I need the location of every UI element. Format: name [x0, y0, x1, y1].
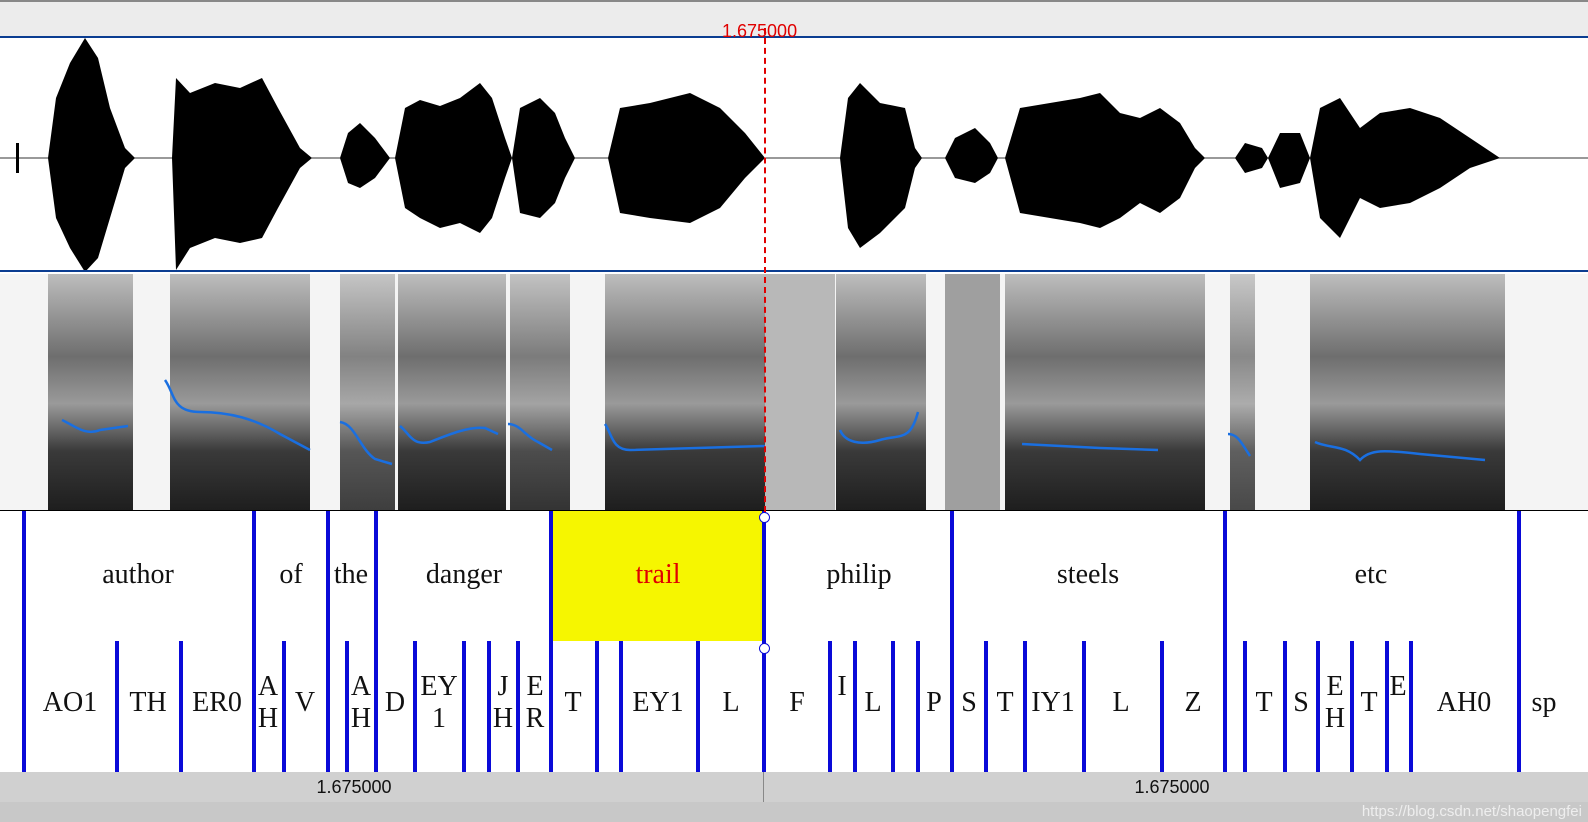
left-duration-label: 1.675000 — [316, 777, 392, 797]
phone-label[interactable]: T — [564, 687, 581, 719]
watermark-text: https://blog.csdn.net/shaopengfei — [1361, 803, 1582, 820]
phone-boundary[interactable] — [762, 641, 766, 772]
phone-boundary[interactable] — [282, 641, 286, 772]
phone-boundary[interactable] — [462, 641, 466, 772]
phone-label[interactable]: E R — [526, 671, 545, 735]
phone-boundary[interactable] — [984, 641, 988, 772]
phone-boundary[interactable] — [345, 641, 349, 772]
phone-label[interactable]: J H — [493, 671, 513, 735]
phone-label[interactable]: T — [1360, 687, 1377, 719]
right-duration-label: 1.675000 — [1134, 777, 1210, 797]
phone-boundary[interactable] — [1316, 641, 1320, 772]
time-ruler-bottom: 1.675000 1.675000 https://blog.csdn.net/… — [0, 772, 1588, 822]
phone-label[interactable]: ER0 — [192, 687, 242, 719]
phone-label[interactable]: F — [789, 687, 805, 719]
phone-label[interactable]: A H — [351, 671, 371, 735]
phone-boundary[interactable] — [595, 641, 599, 772]
waveform-envelope — [16, 38, 1500, 272]
visible-range-left[interactable]: 1.675000 — [0, 772, 764, 802]
boundary-handle-top[interactable] — [759, 512, 770, 523]
phone-boundary[interactable] — [916, 641, 920, 772]
word-boundary[interactable] — [22, 511, 26, 641]
phone-boundary[interactable] — [1023, 641, 1027, 772]
waveform-svg — [0, 38, 1588, 272]
phone-label[interactable]: S — [961, 687, 977, 719]
word-tier[interactable]: author of the danger trail philip steels etc — [0, 510, 1588, 642]
phone-boundary[interactable] — [252, 641, 256, 772]
spectrogram-svg — [48, 274, 1505, 510]
word-label[interactable]: steels — [1057, 559, 1119, 591]
phone-boundary[interactable] — [413, 641, 417, 772]
phone-label[interactable]: A H — [258, 671, 278, 735]
phone-boundary[interactable] — [950, 641, 954, 772]
phone-boundary[interactable] — [516, 641, 520, 772]
phone-tier[interactable]: AO1 TH ER0 A HVA H D EY 1J HE R T EY1 L F I L P S T IY1… — [0, 641, 1588, 773]
phone-boundary[interactable] — [487, 641, 491, 772]
phone-label[interactable]: T — [996, 687, 1013, 719]
phone-boundary[interactable] — [1243, 641, 1247, 772]
spectrogram-panel[interactable] — [0, 274, 1588, 510]
phone-label[interactable]: P — [926, 687, 942, 719]
boundary-handle-bottom[interactable] — [759, 643, 770, 654]
phone-boundary[interactable] — [1223, 641, 1227, 772]
phone-label[interactable]: S — [1293, 687, 1309, 719]
phone-label[interactable]: T — [1255, 687, 1272, 719]
word-label[interactable]: etc — [1355, 559, 1388, 591]
phone-boundary[interactable] — [1409, 641, 1413, 772]
word-label[interactable]: author — [102, 559, 174, 591]
phone-label[interactable]: Z — [1184, 687, 1201, 719]
word-boundary[interactable] — [1223, 511, 1227, 641]
phone-boundary[interactable] — [549, 641, 553, 772]
time-ruler-top: 1.675000 — [0, 0, 1588, 41]
phone-label[interactable]: AH0 — [1437, 687, 1491, 719]
phone-boundary[interactable] — [828, 641, 832, 772]
word-label[interactable]: philip — [826, 559, 891, 591]
phone-boundary[interactable] — [115, 641, 119, 772]
word-boundary[interactable] — [549, 511, 553, 641]
word-boundary[interactable] — [252, 511, 256, 641]
phone-label[interactable]: L — [864, 687, 881, 719]
phone-label[interactable]: TH — [129, 687, 166, 719]
phone-boundary[interactable] — [1385, 641, 1389, 772]
phone-boundary[interactable] — [22, 641, 26, 772]
phone-boundary[interactable] — [619, 641, 623, 772]
time-cursor[interactable] — [764, 28, 766, 522]
phone-boundary[interactable] — [891, 641, 895, 772]
phone-boundary[interactable] — [1082, 641, 1086, 772]
phone-label[interactable]: EY1 — [632, 687, 683, 719]
phone-label[interactable]: EY 1 — [420, 671, 457, 735]
waveform-panel[interactable] — [0, 38, 1588, 272]
phone-label[interactable]: IY1 — [1031, 687, 1075, 719]
phone-boundary[interactable] — [1283, 641, 1287, 772]
phone-label[interactable]: L — [1112, 687, 1129, 719]
phone-label[interactable]: sp — [1532, 687, 1557, 719]
phone-label[interactable]: L — [722, 687, 739, 719]
word-boundary[interactable] — [950, 511, 954, 641]
word-label-selected[interactable]: trail — [635, 559, 680, 591]
word-label[interactable]: of — [279, 559, 302, 591]
visible-range-right[interactable]: 1.675000 — [764, 772, 1588, 802]
phone-boundary[interactable] — [179, 641, 183, 772]
phone-boundary[interactable] — [696, 641, 700, 772]
phone-label[interactable]: I — [837, 671, 846, 703]
phone-label[interactable]: E H — [1325, 671, 1345, 735]
phone-label[interactable]: AO1 — [43, 687, 97, 719]
word-boundary[interactable] — [762, 511, 766, 641]
phone-boundary[interactable] — [1517, 641, 1521, 772]
word-boundary[interactable] — [326, 511, 330, 641]
word-label[interactable]: the — [334, 559, 368, 591]
word-boundary[interactable] — [1517, 511, 1521, 641]
word-label[interactable]: danger — [426, 559, 502, 591]
phone-label[interactable]: E — [1389, 671, 1406, 703]
phone-label[interactable]: D — [385, 687, 405, 719]
phone-boundary[interactable] — [326, 641, 330, 772]
phone-label[interactable]: V — [295, 687, 315, 719]
phone-boundary[interactable] — [374, 641, 378, 772]
phone-boundary[interactable] — [1350, 641, 1354, 772]
phone-boundary[interactable] — [1160, 641, 1164, 772]
spectrogram-energy — [48, 274, 1505, 510]
word-boundary[interactable] — [374, 511, 378, 641]
phone-boundary[interactable] — [853, 641, 857, 772]
